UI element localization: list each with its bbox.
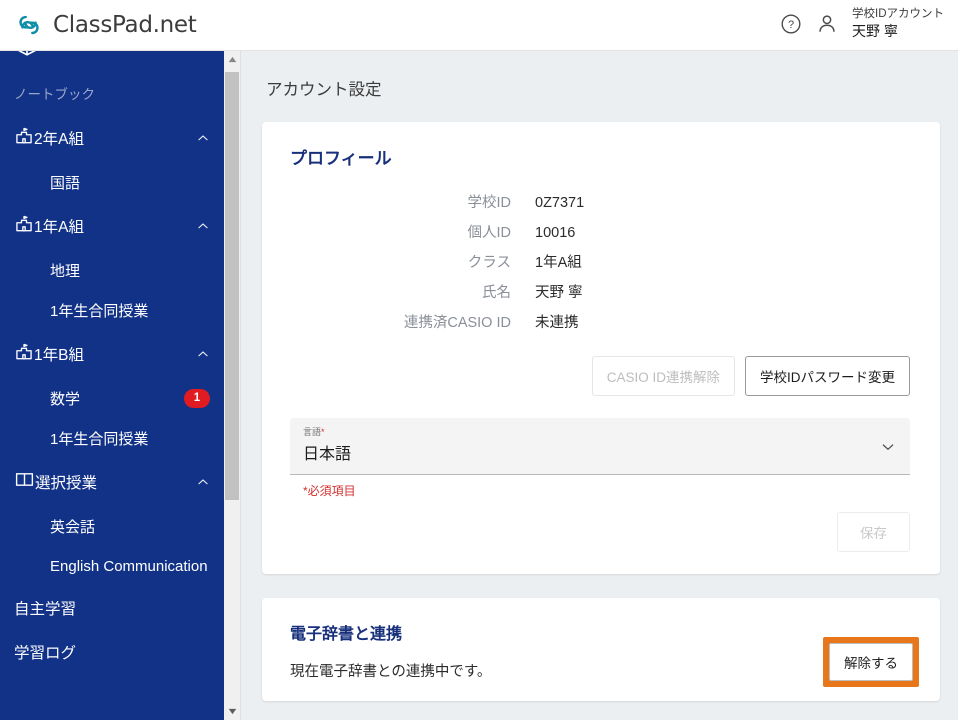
top-bar: ClassPad.net ? 学校IDアカウント 天野 寧 bbox=[0, 0, 958, 51]
sidebar: EX-word Tools ノートブック bbox=[0, 51, 224, 720]
release-button-highlight: 解除する bbox=[823, 637, 919, 687]
unread-badge: 1 bbox=[184, 388, 210, 408]
profile-card-title: プロフィール bbox=[290, 149, 392, 168]
sidebar-child-chiri[interactable]: 地理 bbox=[0, 250, 224, 290]
svg-text:?: ? bbox=[788, 19, 794, 31]
save-button[interactable]: 保存 bbox=[837, 512, 910, 552]
sidebar-group-2a-label: 2年A組 bbox=[34, 131, 84, 148]
profile-action-buttons: CASIO ID連携解除 学校IDパスワード変更 bbox=[290, 356, 910, 396]
sidebar-child-eikaiwa[interactable]: 英会話 bbox=[0, 506, 224, 546]
sidebar-scrollbar[interactable] bbox=[224, 51, 241, 720]
account-type-label: 学校IDアカウント bbox=[852, 8, 944, 20]
question-circle-icon[interactable]: ? bbox=[780, 13, 802, 35]
dictionary-link-card: 電子辞書と連携 現在電子辞書との連携中です。 解除する bbox=[262, 598, 940, 701]
profile-label: 氏名 bbox=[482, 285, 511, 301]
sidebar-child-label: 国語 bbox=[50, 174, 81, 192]
school-icon bbox=[14, 214, 34, 239]
language-select-label: 言語* bbox=[303, 425, 325, 438]
sidebar-child-kokugo[interactable]: 国語 bbox=[0, 162, 224, 202]
language-select-value: 日本語 bbox=[303, 446, 352, 463]
sidebar-item-gakushu-log[interactable]: 学習ログ bbox=[0, 630, 224, 674]
scrollbar-thumb[interactable] bbox=[225, 72, 239, 500]
chevron-down-icon[interactable] bbox=[880, 439, 896, 455]
sidebar-child-label: 数学 bbox=[50, 390, 81, 408]
sidebar-item-jishu-gakushu[interactable]: 自主学習 bbox=[0, 586, 224, 630]
school-icon bbox=[14, 342, 34, 367]
sidebar-item-tools[interactable]: Tools bbox=[0, 51, 224, 72]
school-icon bbox=[14, 126, 34, 151]
sidebar-child-label: English Communication bbox=[50, 557, 208, 575]
required-field-note: *必須項目 bbox=[303, 484, 356, 498]
unlink-casio-id-button[interactable]: CASIO ID連携解除 bbox=[591, 356, 735, 396]
sidebar-child-suugaku[interactable]: 数学 1 bbox=[0, 378, 224, 418]
sidebar-item-tools-label: Tools bbox=[52, 51, 100, 56]
profile-row-name: 氏名 天野 寧 bbox=[290, 281, 910, 302]
sidebar-group-1b-label: 1年B組 bbox=[34, 347, 84, 364]
sidebar-item-label: 自主学習 bbox=[14, 601, 77, 618]
sidebar-child-1nen-godo-a[interactable]: 1年生合同授業 bbox=[0, 290, 224, 330]
brand-name: ClassPad.net bbox=[53, 12, 197, 38]
profile-label: 連携済CASIO ID bbox=[403, 315, 511, 331]
account-name-label: 天野 寧 bbox=[852, 23, 898, 40]
profile-label: クラス bbox=[467, 255, 511, 271]
profile-value: 天野 寧 bbox=[535, 285, 583, 301]
language-select[interactable]: 言語* 日本語 bbox=[290, 418, 910, 475]
sidebar-child-label: 1年生合同授業 bbox=[50, 302, 149, 320]
account-info[interactable]: 学校IDアカウント 天野 寧 bbox=[852, 7, 944, 41]
chevron-up-icon[interactable] bbox=[196, 219, 210, 233]
chevron-up-icon[interactable] bbox=[196, 347, 210, 361]
main-content: アカウント設定 プロフィール 学校ID 0Z7371 個人ID 10016 クラ… bbox=[241, 51, 958, 720]
sidebar-child-label: 英会話 bbox=[50, 518, 96, 536]
sidebar-child-1nen-godo-b[interactable]: 1年生合同授業 bbox=[0, 418, 224, 458]
app-root: ClassPad.net ? 学校IDアカウント 天野 寧 ノートブック 2年A… bbox=[0, 0, 958, 720]
sidebar-section-notebook: ノートブック bbox=[14, 87, 95, 102]
brand-logo-area[interactable]: ClassPad.net bbox=[14, 10, 197, 40]
box-icon bbox=[14, 51, 40, 58]
release-button[interactable]: 解除する bbox=[829, 643, 913, 681]
profile-label: 学校ID bbox=[467, 195, 512, 211]
change-school-id-password-button[interactable]: 学校IDパスワード変更 bbox=[745, 356, 910, 396]
save-button-row: 保存 bbox=[290, 512, 910, 552]
sidebar-child-label: 地理 bbox=[50, 262, 81, 280]
scroll-up-arrow-icon[interactable] bbox=[224, 51, 240, 68]
sidebar-group-sentaku-label: 選択授業 bbox=[35, 475, 98, 492]
sidebar-group-sentaku[interactable]: 選択授業 bbox=[0, 458, 224, 506]
classpad-chain-logo-icon bbox=[19, 15, 39, 35]
profile-value: 1年A組 bbox=[535, 255, 582, 271]
profile-row-school-id: 学校ID 0Z7371 bbox=[290, 191, 910, 212]
profile-row-personal-id: 個人ID 10016 bbox=[290, 221, 910, 242]
profile-label: 個人ID bbox=[467, 225, 512, 241]
sidebar-item-label: 学習ログ bbox=[14, 645, 77, 662]
sidebar-child-english-communication[interactable]: English Communication bbox=[0, 546, 224, 586]
sidebar-scroll-content: EX-word Tools ノートブック bbox=[0, 51, 224, 674]
page-title: アカウント設定 bbox=[266, 81, 382, 99]
sidebar-group-1a[interactable]: 1年A組 bbox=[0, 202, 224, 250]
scroll-down-arrow-icon[interactable] bbox=[224, 703, 240, 720]
top-right-area: ? 学校IDアカウント 天野 寧 bbox=[780, 7, 944, 41]
chevron-up-icon[interactable] bbox=[196, 475, 210, 489]
language-label-text: 言語 bbox=[303, 427, 322, 437]
required-asterisk: * bbox=[321, 427, 325, 437]
sidebar-group-1b[interactable]: 1年B組 bbox=[0, 330, 224, 378]
profile-value: 0Z7371 bbox=[535, 195, 585, 211]
profile-row-casio-id: 連携済CASIO ID 未連携 bbox=[290, 311, 910, 332]
sidebar-child-label: 1年生合同授業 bbox=[50, 430, 149, 448]
sidebar-group-2a[interactable]: 2年A組 bbox=[0, 114, 224, 162]
profile-card: プロフィール 学校ID 0Z7371 個人ID 10016 クラス 1年A組 氏… bbox=[262, 122, 940, 574]
sidebar-group-1a-label: 1年A組 bbox=[34, 219, 84, 236]
profile-value: 10016 bbox=[535, 225, 576, 241]
chevron-up-icon[interactable] bbox=[196, 131, 210, 145]
profile-row-class: クラス 1年A組 bbox=[290, 251, 910, 272]
person-icon[interactable] bbox=[816, 12, 838, 36]
profile-value: 未連携 bbox=[535, 315, 579, 331]
open-book-icon bbox=[14, 469, 35, 495]
